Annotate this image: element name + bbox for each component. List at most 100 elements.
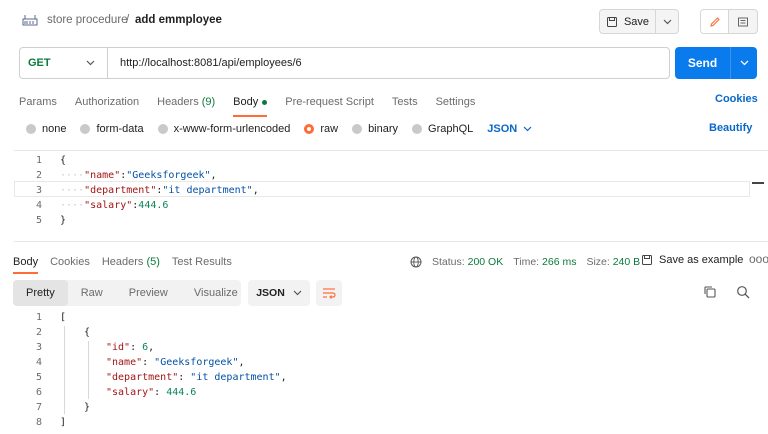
scrollbar-marker[interactable] [752, 182, 764, 184]
json-key: "id" [106, 342, 131, 353]
indent-guide [64, 326, 65, 414]
save-label: Save [623, 15, 650, 28]
headers-count: (5) [146, 256, 160, 268]
save-button[interactable]: Save [600, 10, 656, 33]
time-label: Time: [513, 256, 540, 268]
tab-params[interactable]: Params [19, 91, 57, 113]
headers-count: (9) [201, 96, 216, 108]
json-key: "name" [84, 170, 121, 181]
view-mode-toggle [700, 9, 758, 34]
radio-circle [304, 124, 315, 134]
request-title[interactable]: add emmployee [135, 14, 222, 26]
url-bar: GET http://localhost:8081/api/employees/… [19, 47, 670, 79]
globe-icon[interactable] [410, 256, 422, 268]
cookies-link[interactable]: Cookies [715, 93, 758, 105]
view-raw-button[interactable]: Raw [68, 280, 116, 306]
tab-label: Headers [101, 256, 144, 268]
edit-mode-button[interactable] [701, 10, 729, 33]
line-number: 1 [35, 312, 42, 323]
time-info[interactable]: Time: 266 ms [513, 256, 576, 268]
breadcrumb-separator: / [126, 14, 130, 26]
json-comma: , [148, 342, 155, 353]
json-value: 444.6 [166, 387, 197, 398]
send-button[interactable]: Send [675, 47, 731, 79]
response-tab-headers[interactable]: Headers (5) [102, 256, 160, 268]
request-body-editor[interactable]: 1 { 2 ····"name":"Geeksforgeek", 3 ····"… [14, 150, 768, 242]
chevron-down-icon [523, 126, 532, 132]
radio-label: form-data [96, 123, 144, 135]
radio-graphql[interactable]: GraphQL [412, 123, 473, 135]
body-format-label: JSON [487, 123, 518, 135]
code-line: { [60, 155, 67, 166]
response-body-viewer[interactable]: 1 [ 2 { 3 "id": 6, 4 "name": "Geeksforge… [14, 310, 768, 434]
save-icon [606, 16, 617, 27]
response-tab-body[interactable]: Body [13, 256, 39, 274]
beautify-link[interactable]: Beautify [709, 122, 752, 134]
code-line: } [60, 215, 67, 226]
indent-guide [88, 341, 89, 399]
line-number: 1 [35, 155, 42, 166]
search-icon[interactable] [736, 285, 750, 299]
save-as-example-label: Save as example [659, 254, 744, 266]
line-number: 2 [35, 327, 42, 338]
tab-pre-request-script[interactable]: Pre-request Script [285, 91, 374, 113]
code-line: ····"salary":444.6 [60, 200, 169, 211]
radio-circle [26, 124, 36, 134]
radio-binary[interactable]: binary [352, 123, 398, 135]
radio-x-www-form-urlencoded[interactable]: x-www-form-urlencoded [157, 123, 290, 135]
code-line: "department": "it department", [106, 372, 287, 383]
breadcrumb-parent[interactable]: store procedure [47, 14, 128, 26]
tab-label: Test Results [171, 256, 232, 268]
documentation-button[interactable] [729, 10, 757, 33]
code-line: ····"department":"it department", [60, 185, 259, 196]
code-line: { [84, 327, 91, 338]
save-dropdown-button[interactable] [656, 10, 678, 33]
response-tab-cookies[interactable]: Cookies [50, 256, 90, 268]
radio-form-data[interactable]: form-data [80, 123, 144, 135]
tab-headers[interactable]: Headers (9) [157, 91, 215, 113]
line-number: 5 [35, 372, 42, 383]
radio-none[interactable]: none [26, 123, 66, 135]
body-format-select[interactable]: JSON [487, 123, 532, 135]
radio-circle [157, 124, 168, 134]
tab-settings[interactable]: Settings [436, 91, 476, 113]
view-preview-button[interactable]: Preview [116, 280, 181, 306]
json-comma: , [238, 357, 245, 368]
view-visualize-button[interactable]: Visualize [181, 280, 251, 306]
url-input[interactable]: http://localhost:8081/api/employees/6 [108, 48, 669, 78]
wrap-lines-button[interactable] [316, 280, 342, 306]
send-dropdown-button[interactable] [731, 47, 757, 79]
size-info[interactable]: Size: 240 B [586, 256, 640, 268]
tab-tests[interactable]: Tests [392, 91, 418, 113]
more-options-button[interactable]: ooo [749, 252, 768, 266]
response-format-select[interactable]: JSON [248, 280, 310, 306]
time-value: 266 ms [542, 256, 577, 268]
save-as-example-button[interactable]: Save as example [641, 254, 743, 266]
code-line: "id": 6, [106, 342, 155, 353]
json-key: "salary" [106, 387, 155, 398]
status-value: 200 OK [467, 256, 504, 268]
method-select[interactable]: GET [20, 48, 108, 78]
radio-circle [412, 124, 423, 134]
copy-icon[interactable] [703, 285, 717, 299]
json-comma: , [280, 372, 287, 383]
tab-label: Authorization [74, 96, 140, 108]
code-line: } [84, 402, 91, 413]
json-value: "Geeksforgeek" [154, 357, 239, 368]
tab-label: Body [13, 256, 39, 268]
tab-body[interactable]: Body [233, 91, 268, 117]
json-value: "Geeksforgeek" [126, 170, 211, 181]
response-format-label: JSON [256, 287, 285, 299]
tab-label: Headers [157, 96, 199, 108]
response-tab-test-results[interactable]: Test Results [172, 256, 232, 268]
line-number: 4 [35, 357, 42, 368]
radio-raw[interactable]: raw [304, 123, 338, 135]
response-meta: Status: 200 OK Time: 266 ms Size: 240 B [410, 254, 650, 270]
body-type-options: none form-data x-www-form-urlencoded raw… [26, 120, 532, 138]
tab-authorization[interactable]: Authorization [75, 91, 139, 113]
view-pretty-button[interactable]: Pretty [13, 280, 68, 306]
json-key: "department" [84, 185, 157, 196]
response-view-modes: Pretty Raw Preview Visualize [13, 280, 241, 306]
status-info[interactable]: Status: 200 OK [432, 256, 503, 268]
line-number: 3 [35, 342, 42, 353]
